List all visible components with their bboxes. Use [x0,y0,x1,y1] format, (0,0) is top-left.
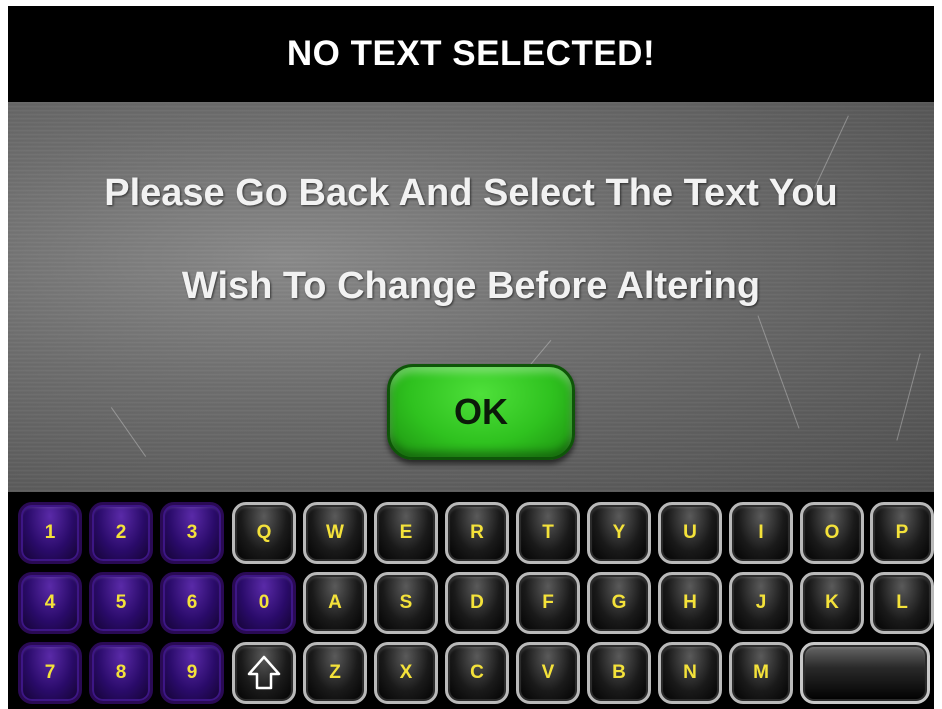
key-w[interactable]: W [303,502,367,564]
key-label: 6 [186,592,198,613]
key-r[interactable]: R [445,502,509,564]
key-label: 4 [44,592,56,613]
key-label: 7 [44,662,56,683]
key-a[interactable]: A [303,572,367,634]
shift-key[interactable] [232,642,296,704]
scratch-mark [896,353,921,441]
key-label: M [753,662,769,683]
key-n[interactable]: N [658,642,722,704]
key-4[interactable]: 4 [18,572,82,634]
key-t[interactable]: T [516,502,580,564]
key-label: W [326,522,344,543]
key-label: A [328,592,342,613]
key-label: Z [329,662,341,683]
key-5[interactable]: 5 [89,572,153,634]
key-label: X [399,662,413,683]
key-label: B [612,662,626,683]
key-s[interactable]: S [374,572,438,634]
key-label: 1 [44,522,56,543]
key-label: E [399,522,413,543]
key-e[interactable]: E [374,502,438,564]
key-label: J [755,592,767,613]
key-y[interactable]: Y [587,502,651,564]
key-u[interactable]: U [658,502,722,564]
key-label: D [470,592,484,613]
key-label: 9 [186,662,198,683]
key-label: F [542,592,554,613]
key-label: K [825,592,839,613]
key-h[interactable]: H [658,572,722,634]
app-frame: NO TEXT SELECTED! Please Go Back And Sel… [8,6,934,709]
key-c[interactable]: C [445,642,509,704]
key-d[interactable]: D [445,572,509,634]
space-key[interactable] [800,642,930,704]
key-label: 0 [258,592,270,613]
key-o[interactable]: O [800,502,864,564]
key-k[interactable]: K [800,572,864,634]
shift-icon [247,655,281,690]
scratch-mark [757,315,800,429]
key-label: L [896,592,908,613]
key-0[interactable]: 0 [232,572,296,634]
key-label: H [683,592,697,613]
key-z[interactable]: Z [303,642,367,704]
message-line-2: Wish To Change Before Altering [181,265,761,307]
key-m[interactable]: M [729,642,793,704]
key-2[interactable]: 2 [89,502,153,564]
key-8[interactable]: 8 [89,642,153,704]
key-label: S [399,592,413,613]
key-label: P [895,522,909,543]
key-1[interactable]: 1 [18,502,82,564]
key-label: V [541,662,555,683]
key-label: G [611,592,627,613]
key-j[interactable]: J [729,572,793,634]
key-label: O [824,522,840,543]
key-label: Q [256,522,272,543]
key-p[interactable]: P [870,502,934,564]
key-label: C [470,662,484,683]
key-label: 5 [115,592,127,613]
message-line-1: Please Go Back And Select The Text You [104,172,838,214]
title-bar: NO TEXT SELECTED! [8,6,934,102]
key-label: N [683,662,697,683]
message-panel: Please Go Back And Select The Text You W… [8,102,934,492]
scratch-mark [110,407,147,457]
key-label: U [683,522,697,543]
key-label: 3 [186,522,198,543]
key-label: I [758,522,764,543]
key-i[interactable]: I [729,502,793,564]
key-f[interactable]: F [516,572,580,634]
on-screen-keyboard: 1 2 3 Q W E R T Y U I O P 4 5 6 0 A S D … [8,492,934,709]
key-label: T [542,522,554,543]
key-label: R [470,522,484,543]
key-6[interactable]: 6 [160,572,224,634]
ok-button[interactable]: OK [387,364,575,460]
key-v[interactable]: V [516,642,580,704]
key-label: Y [612,522,626,543]
key-7[interactable]: 7 [18,642,82,704]
key-label: 8 [115,662,127,683]
key-x[interactable]: X [374,642,438,704]
key-l[interactable]: L [870,572,934,634]
dialog-title: NO TEXT SELECTED! [286,34,656,73]
key-g[interactable]: G [587,572,651,634]
key-q[interactable]: Q [232,502,296,564]
ok-button-label: OK [454,391,508,432]
key-label: 2 [115,522,127,543]
key-3[interactable]: 3 [160,502,224,564]
key-b[interactable]: B [587,642,651,704]
key-9[interactable]: 9 [160,642,224,704]
